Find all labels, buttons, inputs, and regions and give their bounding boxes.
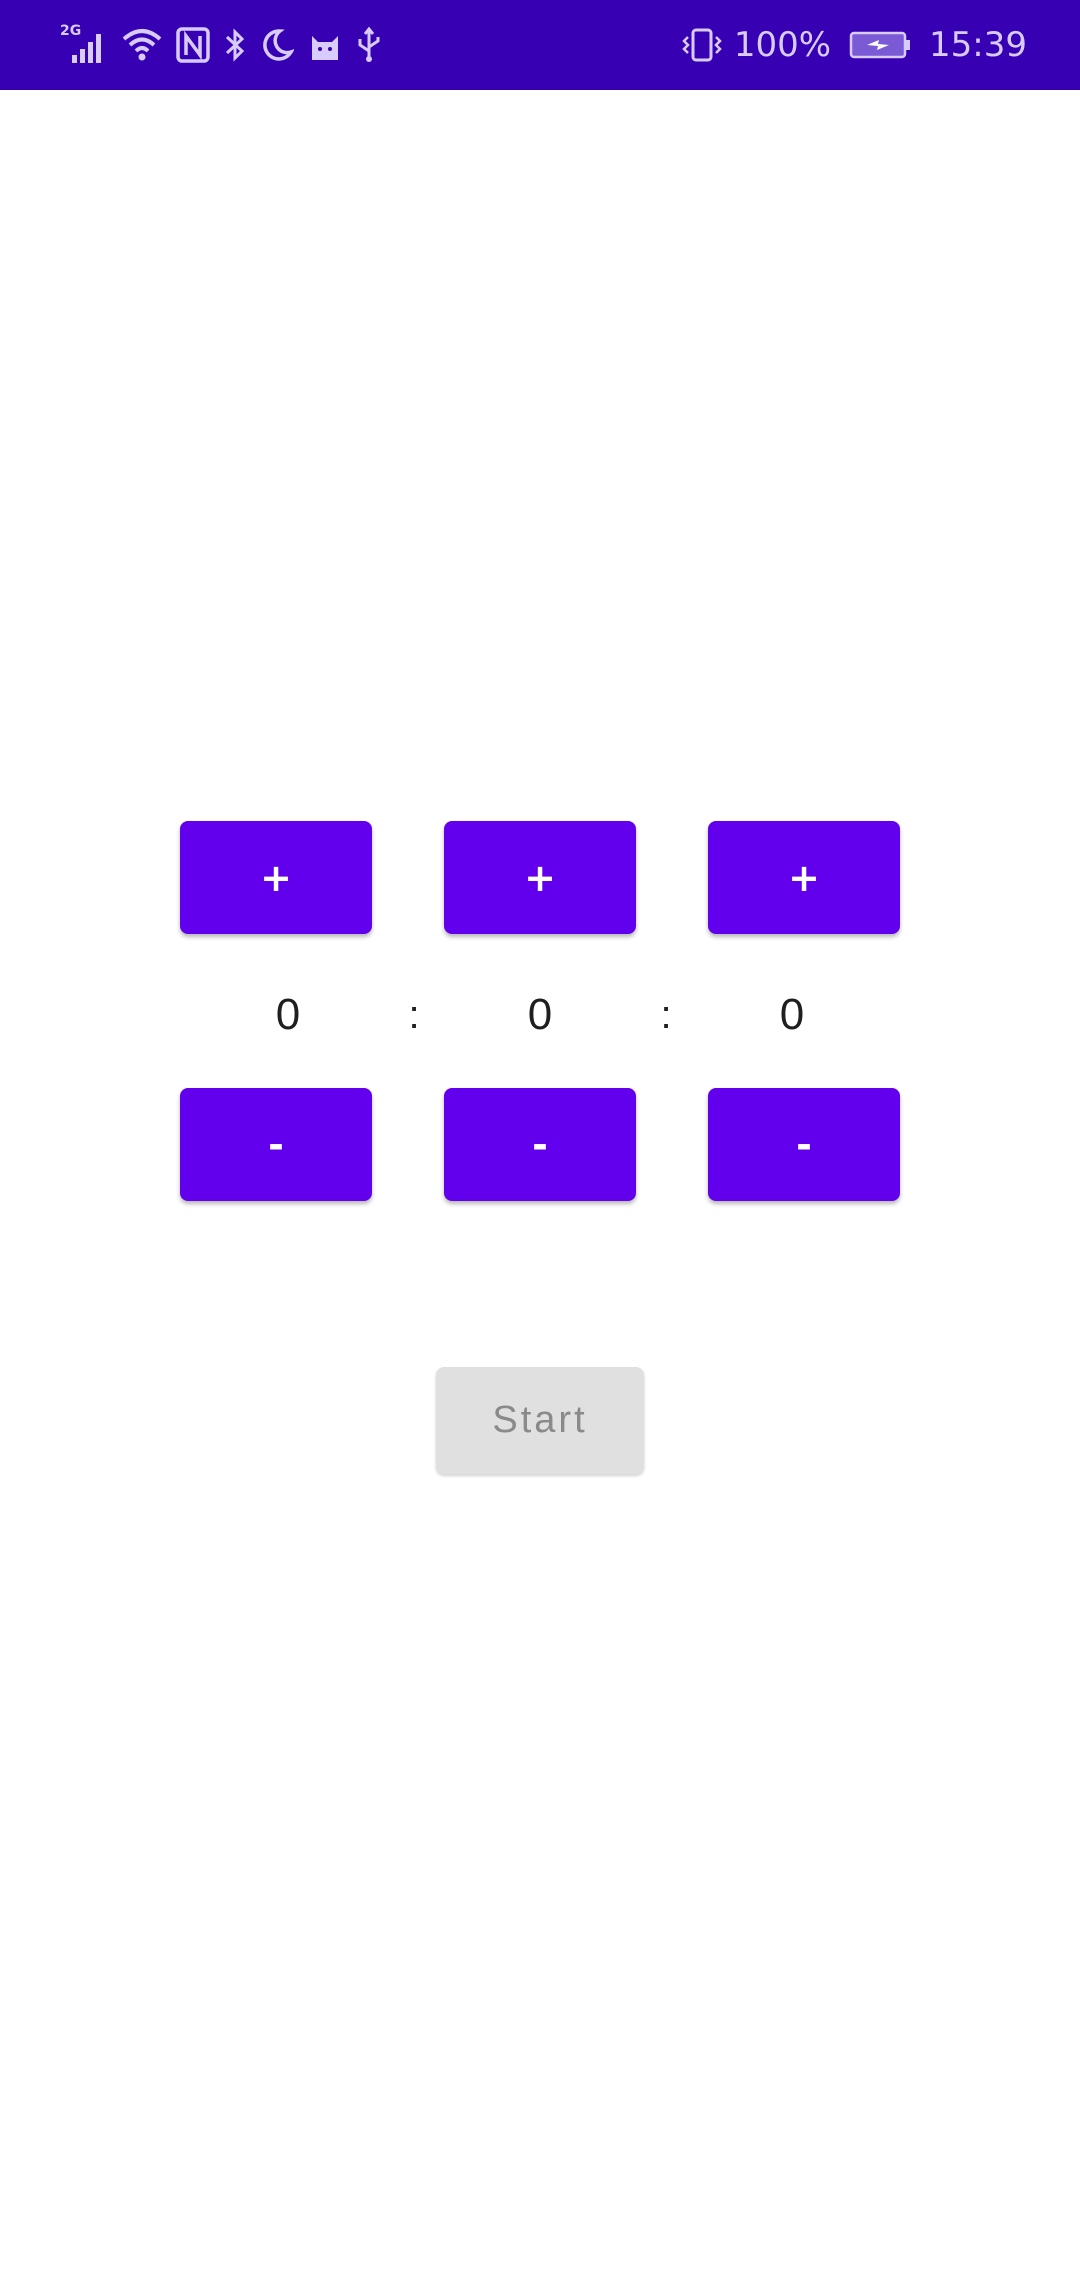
network-type-label: 2G bbox=[60, 23, 82, 39]
time-separator: : bbox=[660, 993, 672, 1037]
minutes-decrement-button[interactable]: - bbox=[444, 1088, 636, 1201]
status-bar-right-icons: 100% 15:39 bbox=[680, 22, 1027, 68]
battery-percent: 100% bbox=[733, 25, 832, 65]
minutes-increment-button[interactable]: + bbox=[444, 821, 636, 934]
battery-charging-icon bbox=[849, 30, 911, 60]
clock-time: 15:39 bbox=[929, 25, 1027, 65]
nfc-icon bbox=[176, 27, 210, 63]
status-bar: 2G 100% 15:39 bbox=[0, 0, 1080, 90]
cat-app-icon bbox=[308, 28, 342, 62]
bluetooth-icon bbox=[224, 27, 246, 63]
minutes-value: 0 bbox=[527, 990, 553, 1039]
vibrate-icon bbox=[680, 27, 724, 63]
seconds-increment-button[interactable]: + bbox=[708, 821, 900, 934]
usb-icon bbox=[356, 27, 382, 63]
status-bar-left-icons: 2G bbox=[60, 22, 382, 68]
hours-value: 0 bbox=[275, 990, 301, 1039]
seconds-decrement-button[interactable]: - bbox=[708, 1088, 900, 1201]
hours-increment-button[interactable]: + bbox=[180, 821, 372, 934]
signal-icon: 2G bbox=[60, 23, 108, 65]
time-separator: : bbox=[408, 993, 420, 1037]
start-button[interactable]: Start bbox=[436, 1367, 644, 1474]
seconds-value: 0 bbox=[779, 990, 805, 1039]
do-not-disturb-moon-icon bbox=[260, 28, 294, 62]
hours-decrement-button[interactable]: - bbox=[180, 1088, 372, 1201]
wifi-icon bbox=[122, 27, 162, 63]
